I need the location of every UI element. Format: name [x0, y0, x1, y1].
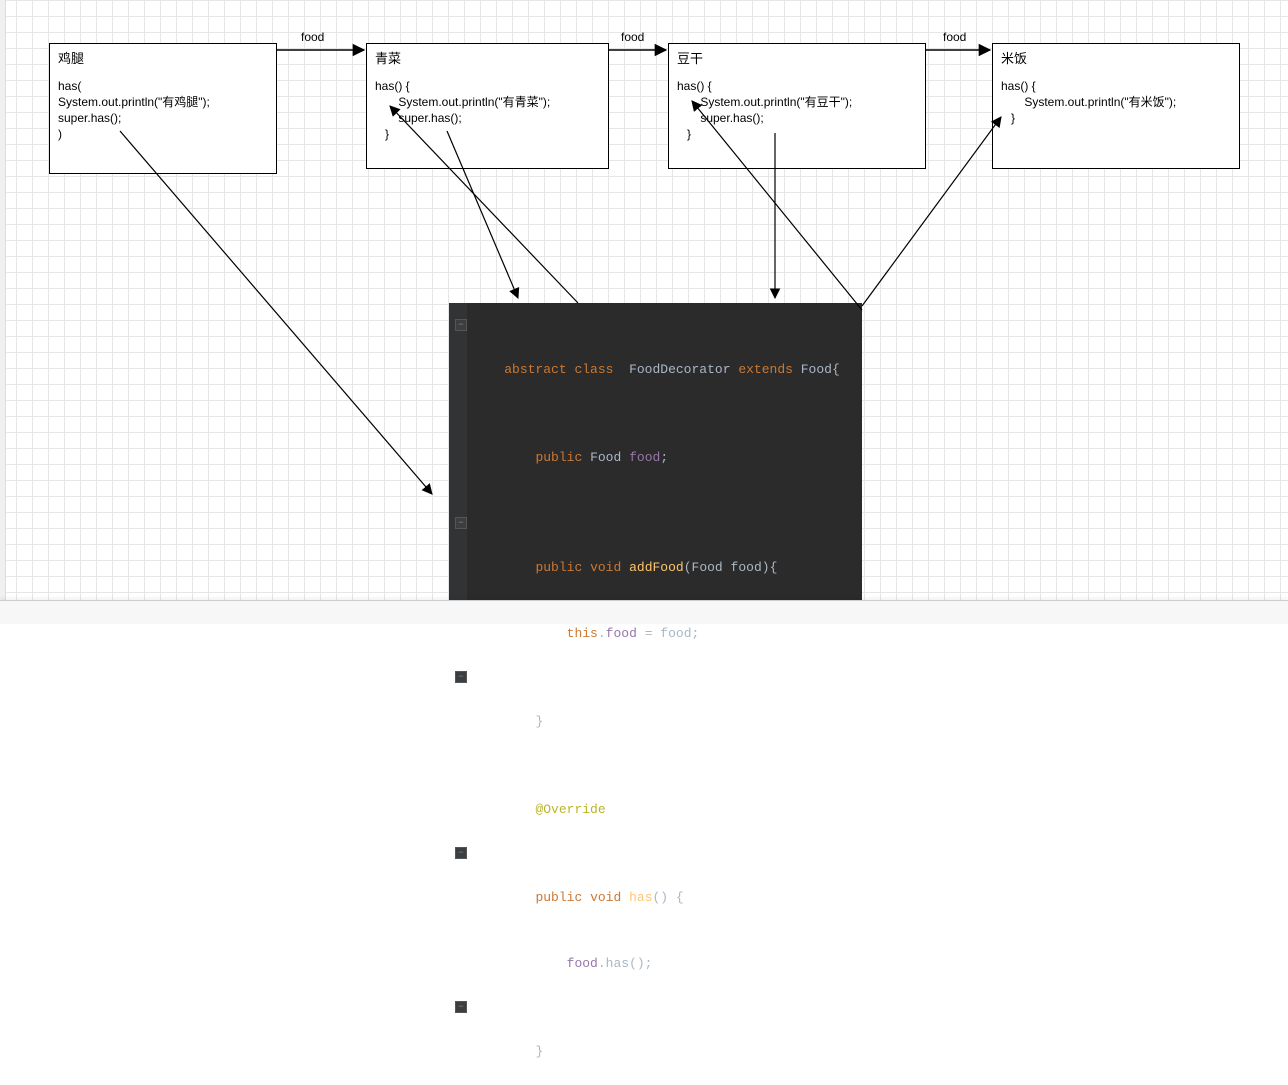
- fold-icon: −: [455, 847, 467, 859]
- code-line: − }: [473, 667, 848, 755]
- code-line: − public void has() {: [473, 843, 848, 931]
- node-title: 米饭: [1001, 50, 1231, 68]
- node-chicken-leg[interactable]: 鸡腿 has( System.out.println("有鸡腿"); super…: [49, 43, 277, 174]
- code-line: − abstract class FoodDecorator extends F…: [473, 315, 848, 403]
- code-line: public Food food;: [473, 425, 848, 491]
- code-gutter: [449, 303, 467, 603]
- node-body: has() { System.out.println("有青菜"); super…: [375, 78, 600, 143]
- node-body: has( System.out.println("有鸡腿"); super.ha…: [58, 78, 268, 143]
- node-title: 鸡腿: [58, 50, 268, 68]
- node-body: has() { System.out.println("有豆干"); super…: [677, 78, 917, 143]
- node-qingcai[interactable]: 青菜 has() { System.out.println("有青菜"); su…: [366, 43, 609, 169]
- node-mifan[interactable]: 米饭 has() { System.out.println("有米饭"); }: [992, 43, 1240, 169]
- edge-label-food-2: food: [621, 30, 644, 44]
- code-line: food.has();: [473, 931, 848, 997]
- fold-icon: −: [455, 671, 467, 683]
- node-body: has() { System.out.println("有米饭"); }: [1001, 78, 1231, 127]
- edge-label-food-1: food: [301, 30, 324, 44]
- edge-label-food-3: food: [943, 30, 966, 44]
- code-line: − public void addFood(Food food){: [473, 513, 848, 601]
- node-title: 青菜: [375, 50, 600, 68]
- bottom-toolbar: [0, 600, 1288, 624]
- code-line: − }: [473, 997, 848, 1085]
- code-line: @Override: [473, 777, 848, 843]
- node-title: 豆干: [677, 50, 917, 68]
- code-panel-food-decorator: − abstract class FoodDecorator extends F…: [449, 303, 862, 603]
- fold-icon: −: [455, 517, 467, 529]
- fold-icon: −: [455, 319, 467, 331]
- node-dougan[interactable]: 豆干 has() { System.out.println("有豆干"); su…: [668, 43, 926, 169]
- ruler-strip: [0, 0, 6, 604]
- fold-icon: −: [455, 1001, 467, 1013]
